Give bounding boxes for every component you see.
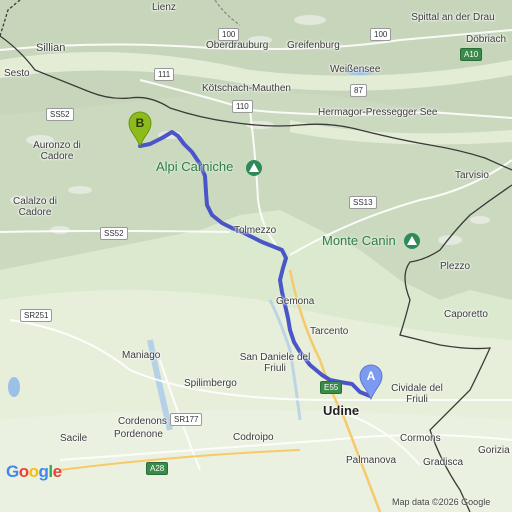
road-shield-ss52-b: SS52 [100,227,128,240]
start-marker-label: A [366,369,376,383]
road-shield-110: 110 [232,100,253,113]
park-monte-canin-label: Monte Canin [322,233,396,248]
end-marker-label: B [135,116,145,130]
place-sacile: Sacile [60,433,88,444]
place-cormons: Cormons [400,433,441,444]
place-cordenons: Cordenons [118,416,167,427]
place-cividale: Cividale del Friuli [391,383,443,405]
place-tarvisio: Tarvisio [455,170,489,181]
place-sesto: Sesto [4,68,30,79]
place-spilimbergo: Spilimbergo [184,378,237,389]
place-hermagor: Hermagor-Pressegger See [318,107,438,118]
road-shield-e55: E55 [320,381,343,394]
end-marker-b[interactable]: B [127,111,153,148]
place-gradisca: Gradisca [423,457,464,468]
start-marker-a[interactable]: A [358,364,384,401]
road-shield-sr177: SR177 [170,413,203,426]
place-weissensee: Weißensee [330,64,381,75]
road-shield-a10: A10 [460,48,483,61]
place-codroipo: Codroipo [233,432,274,443]
place-maniago: Maniago [122,350,161,361]
place-spittal: Spittal an der Drau [411,12,495,23]
place-tarcento: Tarcento [310,326,349,337]
place-oberdrauburg: Oberdrauburg [206,40,269,51]
place-caporetto: Caporetto [444,309,488,320]
park-alpi-carniche-icon [246,160,262,176]
place-gemona: Gemona [276,296,315,307]
place-dobriach: Döbriach [466,34,507,45]
place-koetschach: Kötschach-Mauthen [202,83,291,94]
place-gorizia: Gorizia [478,445,510,456]
road-shield-100-b: 100 [218,28,240,41]
map-data-attribution: Map data ©2026 Google [392,497,491,507]
road-shield-sr251: SR251 [20,309,53,322]
park-alpi-carniche-label: Alpi Carniche [156,159,234,174]
road-shield-111: 111 [154,68,175,81]
place-palmanova: Palmanova [346,455,397,466]
road-shield-ss13: SS13 [349,196,377,209]
road-shield-ss52: SS52 [46,108,74,121]
place-lienz: Lienz [152,2,176,13]
place-greifenburg: Greifenburg [287,40,340,51]
road-shield-a28: A28 [146,462,169,475]
place-pordenone: Pordenone [114,429,163,440]
place-udine: Udine [323,403,360,418]
place-tolmezzo: Tolmezzo [234,225,277,236]
place-plezzo: Plezzo [440,261,471,272]
road-shield-100: 100 [370,28,392,41]
place-auronzo: Auronzo di Cadore [33,140,81,162]
place-san-daniele: San Daniele del Friuli [239,352,311,374]
road-shield-87: 87 [350,84,367,97]
place-calalzo: Calalzo di Cadore [13,196,57,218]
map-canvas[interactable]: A B Lienz Spittal an der Drau Döbriach S… [0,0,512,512]
google-logo: Google [6,462,62,481]
place-sillian: Sillian [36,42,66,54]
park-monte-canin-icon [404,233,420,249]
